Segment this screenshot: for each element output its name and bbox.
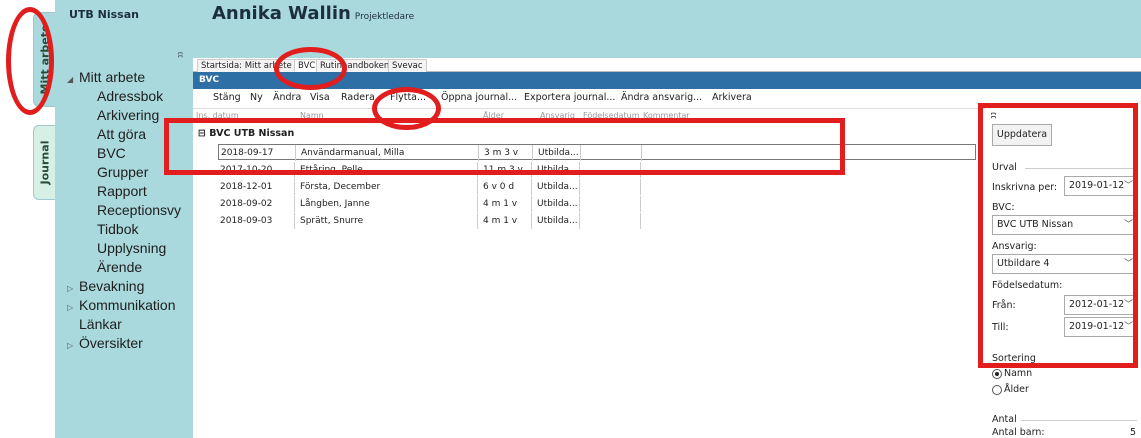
divider	[1021, 420, 1137, 421]
nav-item[interactable]: Arkivering	[55, 106, 181, 125]
edit-button[interactable]: Ändra	[273, 92, 301, 103]
radio-selected-icon	[992, 368, 1002, 379]
highlight-box-filter	[978, 103, 1138, 368]
new-button[interactable]: Ny	[250, 92, 263, 103]
user-role: Projektledare	[354, 12, 415, 22]
app-name: UTB Nissan	[69, 8, 139, 21]
side-tab-journal[interactable]: Journal	[33, 125, 55, 200]
nav-item-bevakning[interactable]: ▷ Bevakning	[55, 277, 181, 296]
sort-namn-radio[interactable]: Namn	[992, 368, 1032, 379]
antal-barn-label: Antal barn:	[992, 427, 1045, 438]
highlight-oval-bvc-tab	[274, 47, 347, 90]
change-responsible-button[interactable]: Ändra ansvarig...	[621, 92, 702, 103]
table-row[interactable]: 2018-12-01 Första, December 6 v 0 d Utbi…	[218, 179, 976, 195]
section-label: Antal	[992, 414, 1017, 425]
tab-svevac[interactable]: Svevac	[388, 59, 427, 72]
nav-item-kommunikation[interactable]: ▷ Kommunikation	[55, 296, 181, 315]
radio-empty-icon	[992, 384, 1002, 395]
nav-item-oversikter[interactable]: ▷ Översikter	[55, 334, 181, 353]
expanded-arrow-icon[interactable]: ◢	[67, 70, 79, 89]
nav-item[interactable]: Att göra	[55, 125, 181, 144]
user-title: Annika Wallin Projektledare	[212, 3, 414, 24]
nav-item[interactable]: Grupper	[55, 163, 181, 182]
nav-item[interactable]: Ärende	[55, 258, 181, 277]
antal-barn-value: 5	[1130, 427, 1137, 438]
left-nav: ◢ Mitt arbete Adressbok Arkivering Att gö…	[55, 58, 193, 438]
nav-item[interactable]: BVC	[55, 144, 181, 163]
delete-button[interactable]: Radera	[341, 92, 375, 103]
open-journal-button[interactable]: Öppna journal...	[441, 92, 517, 103]
view-button[interactable]: Visa	[310, 92, 330, 103]
nav-item-mitt-arbete[interactable]: ◢ Mitt arbete	[55, 68, 181, 87]
table-row[interactable]: 2018-09-03 Sprätt, Snurre 4 m 1 v Utbild…	[218, 213, 976, 229]
highlight-box-row	[164, 118, 845, 175]
sort-alder-radio[interactable]: Ålder	[992, 384, 1029, 395]
nav-item[interactable]: Upplysning	[55, 239, 181, 258]
export-journal-button[interactable]: Exportera journal...	[524, 92, 615, 103]
nav-item[interactable]: Rapport	[55, 182, 181, 201]
header-bar: UTB Nissan Annika Wallin Projektledare ʭ	[55, 0, 1141, 61]
nav-tree: ◢ Mitt arbete Adressbok Arkivering Att gö…	[55, 68, 181, 353]
close-button[interactable]: Stäng	[213, 92, 241, 103]
nav-item-lankar[interactable]: Länkar	[55, 315, 181, 334]
user-name: Annika Wallin	[212, 3, 351, 24]
nav-item[interactable]: Receptionsvy	[55, 201, 181, 220]
table-row[interactable]: 2018-09-02 Långben, Janne 4 m 1 v Utbild…	[218, 196, 976, 212]
nav-item[interactable]: Tidbok	[55, 220, 181, 239]
highlight-oval-mitt-arbete	[6, 7, 54, 115]
collapsed-arrow-icon[interactable]: ▷	[67, 336, 79, 355]
archive-button[interactable]: Arkivera	[712, 92, 752, 103]
nav-item[interactable]: Adressbok	[55, 87, 181, 106]
